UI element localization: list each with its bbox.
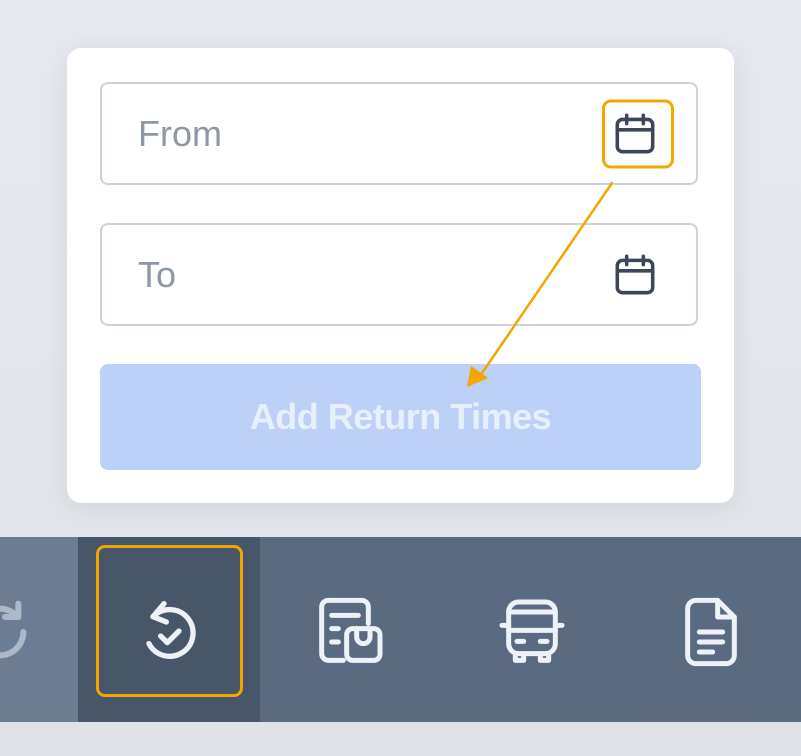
to-placeholder: To bbox=[138, 253, 177, 295]
toolbar-item-partial[interactable] bbox=[0, 537, 78, 722]
calendar-icon[interactable] bbox=[610, 250, 660, 300]
from-date-field[interactable]: From bbox=[100, 82, 698, 185]
calendar-icon[interactable] bbox=[610, 109, 660, 159]
add-return-times-button[interactable]: Add Return Times bbox=[100, 364, 701, 470]
truck-icon[interactable] bbox=[492, 592, 572, 672]
to-date-field[interactable]: To bbox=[100, 223, 698, 326]
return-times-popup: From To Add Return Times bbox=[67, 48, 734, 503]
return-history-highlight bbox=[96, 545, 243, 697]
from-placeholder: From bbox=[138, 112, 222, 154]
sync-icon bbox=[0, 592, 40, 672]
package-list-icon[interactable] bbox=[310, 592, 390, 672]
document-icon[interactable] bbox=[671, 592, 751, 672]
bottom-toolbar bbox=[0, 537, 801, 722]
